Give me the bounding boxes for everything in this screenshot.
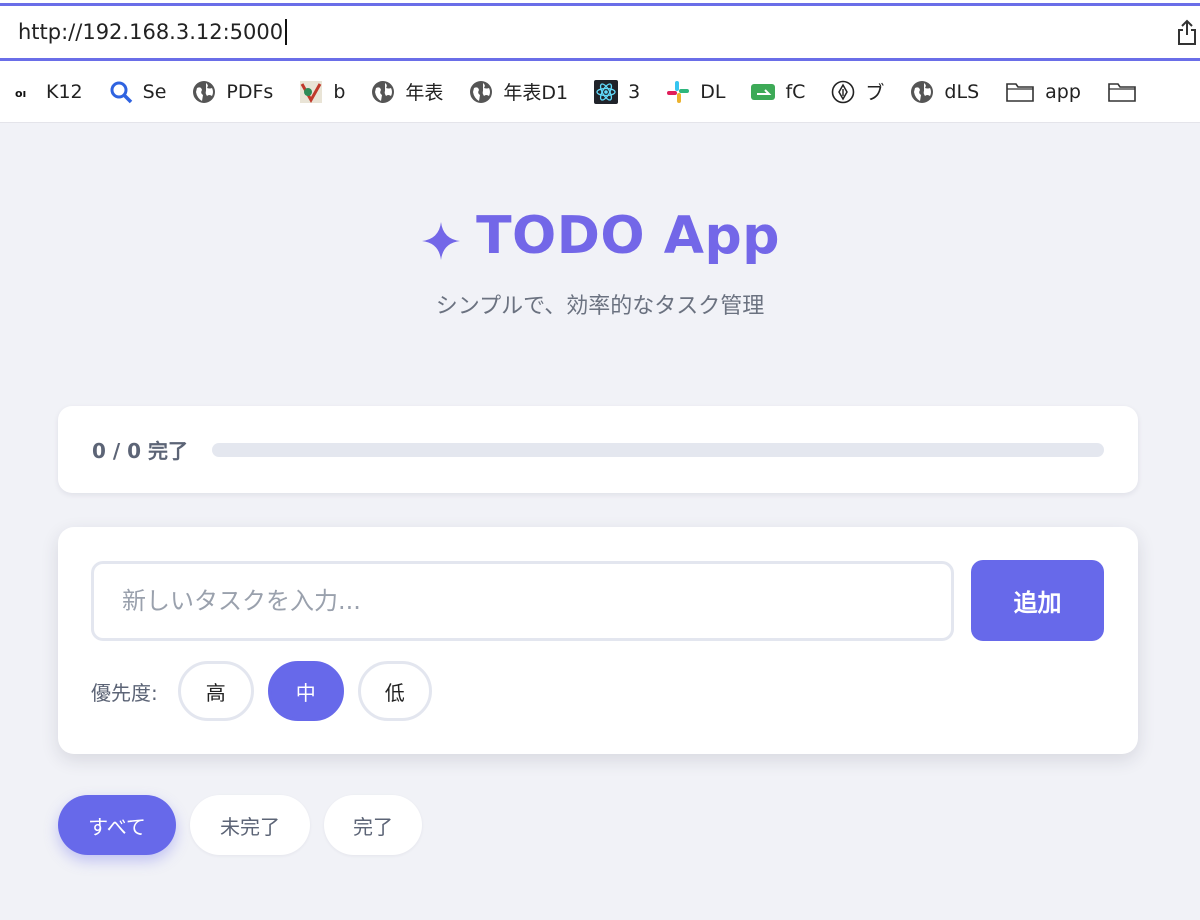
bookmark-nenpyo[interactable]: 年表 xyxy=(371,78,443,105)
page-title: TODO App xyxy=(420,206,780,266)
folder-icon xyxy=(1005,80,1035,104)
react-atom-icon xyxy=(594,79,619,104)
filter-tabs: すべて 未完了 完了 xyxy=(58,795,436,855)
bookmark-k12[interactable]: oı K12 xyxy=(12,80,83,104)
text-caret xyxy=(285,19,288,45)
bookmark-label: fC xyxy=(785,80,806,103)
bookmark-label: PDFs xyxy=(226,80,274,103)
slack-icon xyxy=(666,80,690,104)
priority-high-button[interactable]: 高 xyxy=(177,661,254,721)
priority-medium-button[interactable]: 中 xyxy=(267,661,344,721)
sparkle-icon xyxy=(420,215,462,260)
bookmark-label: dLS xyxy=(944,80,980,103)
page-subtitle: シンプルで、効率的なタスク管理 xyxy=(435,294,765,319)
todo-app: TODO App シンプルで、効率的なタスク管理 0 / 0 完了 追加 優先度… xyxy=(0,126,1200,920)
globe-icon xyxy=(910,80,934,104)
pen-nib-icon xyxy=(831,80,855,104)
progress-text: 0 / 0 完了 xyxy=(92,439,189,463)
address-bar[interactable]: http://192.168.3.12:5000 xyxy=(0,6,1200,61)
bookmark-bu[interactable]: ブ xyxy=(831,78,884,105)
magnifier-icon xyxy=(109,80,133,104)
bookmark-label: DL xyxy=(700,80,726,103)
bookmark-se[interactable]: Se xyxy=(109,80,167,104)
globe-icon xyxy=(371,80,395,104)
bookmark-app[interactable]: app xyxy=(1005,80,1081,104)
share-icon[interactable] xyxy=(1176,18,1198,46)
bookmark-label: K12 xyxy=(46,80,83,103)
bookmark-nenpyo-d1[interactable]: 年表D1 xyxy=(469,78,568,105)
filter-all-button[interactable]: すべて xyxy=(58,795,176,855)
bookmarks-bar: oı K12 Se PDFs b 年表 年表D1 3 DL fC ブ dLS a… xyxy=(0,61,1200,123)
bookmark-pdfs[interactable]: PDFs xyxy=(192,80,273,104)
bookmark-label: Se xyxy=(142,80,167,103)
bookmark-folder-overflow[interactable] xyxy=(1107,80,1147,104)
priority-low-button[interactable]: 低 xyxy=(357,661,432,721)
bookmark-dls[interactable]: dLS xyxy=(910,80,979,104)
priority-selector: 優先度: 高 中 低 xyxy=(91,661,446,721)
svg-text:oı: oı xyxy=(15,87,26,100)
bookmark-3[interactable]: 3 xyxy=(594,79,641,104)
filter-completed-button[interactable]: 完了 xyxy=(324,795,422,855)
bookmark-label: 年表D1 xyxy=(503,82,569,104)
url-text[interactable]: http://192.168.3.12:5000 xyxy=(18,20,283,44)
folder-icon xyxy=(1107,80,1137,104)
globe-icon xyxy=(469,80,493,104)
bookmark-label: ブ xyxy=(865,82,885,104)
priority-label: 優先度: xyxy=(91,680,158,705)
colorful-logo-icon xyxy=(299,80,323,104)
page-title-text: TODO App xyxy=(476,206,780,266)
bookmark-label: b xyxy=(333,80,346,103)
bookmark-label: 3 xyxy=(628,80,641,103)
task-form-card: 追加 優先度: 高 中 低 xyxy=(58,527,1138,754)
progress-card: 0 / 0 完了 xyxy=(58,406,1138,493)
add-task-button[interactable]: 追加 xyxy=(971,560,1104,641)
globe-icon xyxy=(192,80,216,104)
progress-bar xyxy=(212,442,1104,457)
bookmark-fc[interactable]: fC xyxy=(751,80,805,104)
green-card-icon xyxy=(751,80,776,104)
filter-incomplete-button[interactable]: 未完了 xyxy=(190,795,310,855)
bookmark-label: app xyxy=(1045,80,1081,103)
bookmark-label: 年表 xyxy=(405,82,444,104)
bookmark-dl[interactable]: DL xyxy=(666,80,725,104)
bookmark-b[interactable]: b xyxy=(299,80,345,104)
app-header: TODO App シンプルで、効率的なタスク管理 xyxy=(0,206,1200,320)
task-input[interactable] xyxy=(91,561,954,641)
oi-badge-icon: oı xyxy=(12,80,36,104)
